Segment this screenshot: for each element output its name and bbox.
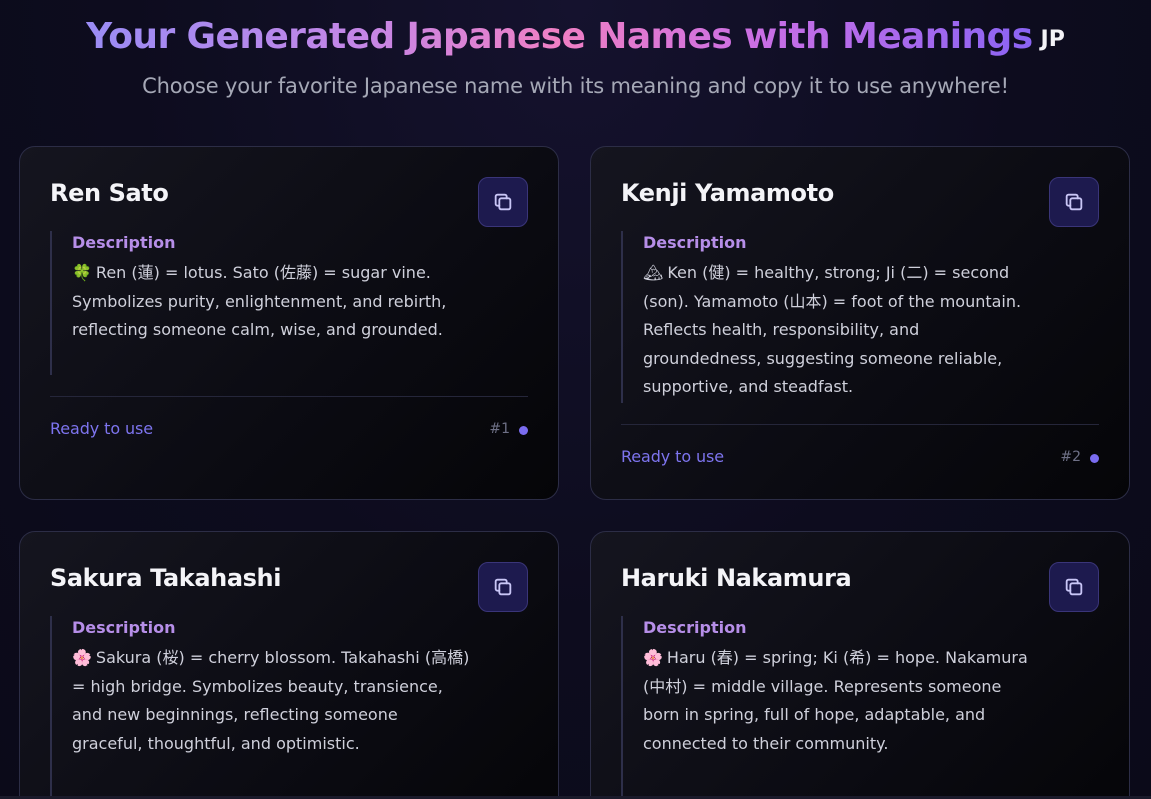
copy-icon [1065, 578, 1083, 596]
status-text: Ready to use [621, 447, 725, 466]
card-number: #1 [489, 421, 510, 437]
copy-button[interactable] [1049, 562, 1099, 612]
copy-button[interactable] [1049, 177, 1099, 227]
status-dot [1090, 454, 1099, 463]
page: Your Generated Japanese Names with Meani… [0, 0, 1151, 799]
status-dot [519, 426, 528, 435]
description-body: Ren (蓮) = lotus. Sato (佐藤) = sugar vine.… [72, 263, 447, 339]
copy-icon [494, 193, 512, 211]
description-text: 🍀 Ren (蓮) = lotus. Sato (佐藤) = sugar vine… [72, 259, 470, 345]
description-block: Description 🏔 Ken (健) = healthy, strong; … [621, 231, 1041, 403]
clover-icon: 🍀 [72, 263, 92, 282]
cherry-blossom-icon: 🌸 [72, 648, 92, 667]
status-text: Ready to use [50, 419, 154, 438]
card-number: #2 [1060, 449, 1081, 465]
cherry-blossom-icon: 🌸 [643, 648, 663, 667]
description-body: Haru (春) = spring; Ki (希) = hope. Nakamu… [643, 648, 1028, 753]
copy-button[interactable] [478, 177, 528, 227]
name-card-4: Haruki Nakamura Description 🌸 Haru (春) = … [590, 531, 1130, 799]
copy-icon [1065, 193, 1083, 211]
jp-badge: JP [1040, 27, 1065, 52]
description-block: Description 🍀 Ren (蓮) = lotus. Sato (佐藤) … [50, 231, 470, 375]
name-card-3: Sakura Takahashi Description 🌸 Sakura (桜)… [19, 531, 559, 799]
description-text: 🏔 Ken (健) = healthy, strong; Ji (二) = sec… [643, 259, 1041, 402]
description-body: Ken (健) = healthy, strong; Ji (二) = seco… [643, 263, 1022, 396]
description-label: Description [643, 618, 747, 637]
card-name: Ren Sato [50, 179, 169, 207]
name-card-2: Kenji Yamamoto Description 🏔 Ken (健) = he… [590, 146, 1130, 500]
description-block: Description 🌸 Sakura (桜) = cherry blossom… [50, 616, 470, 796]
mountain-icon: 🏔 [643, 263, 664, 282]
card-divider [621, 424, 1099, 425]
description-label: Description [643, 233, 747, 252]
description-body: Sakura (桜) = cherry blossom. Takahashi (… [72, 648, 470, 753]
page-subtitle: Choose your favorite Japanese name with … [142, 74, 1009, 98]
card-name: Haruki Nakamura [621, 564, 852, 592]
card-divider [50, 396, 528, 397]
name-card-1: Ren Sato Description 🍀 Ren (蓮) = lotus. S… [19, 146, 559, 500]
description-text: 🌸 Sakura (桜) = cherry blossom. Takahashi … [72, 644, 470, 758]
page-title: Your Generated Japanese Names with Meani… [86, 16, 1033, 57]
description-text: 🌸 Haru (春) = spring; Ki (希) = hope. Nakam… [643, 644, 1041, 758]
description-label: Description [72, 618, 176, 637]
card-name: Kenji Yamamoto [621, 179, 834, 207]
copy-icon [494, 578, 512, 596]
page-heading: Your Generated Japanese Names with Meani… [0, 16, 1151, 57]
copy-button[interactable] [478, 562, 528, 612]
card-name: Sakura Takahashi [50, 564, 282, 592]
description-label: Description [72, 233, 176, 252]
description-block: Description 🌸 Haru (春) = spring; Ki (希) =… [621, 616, 1041, 796]
